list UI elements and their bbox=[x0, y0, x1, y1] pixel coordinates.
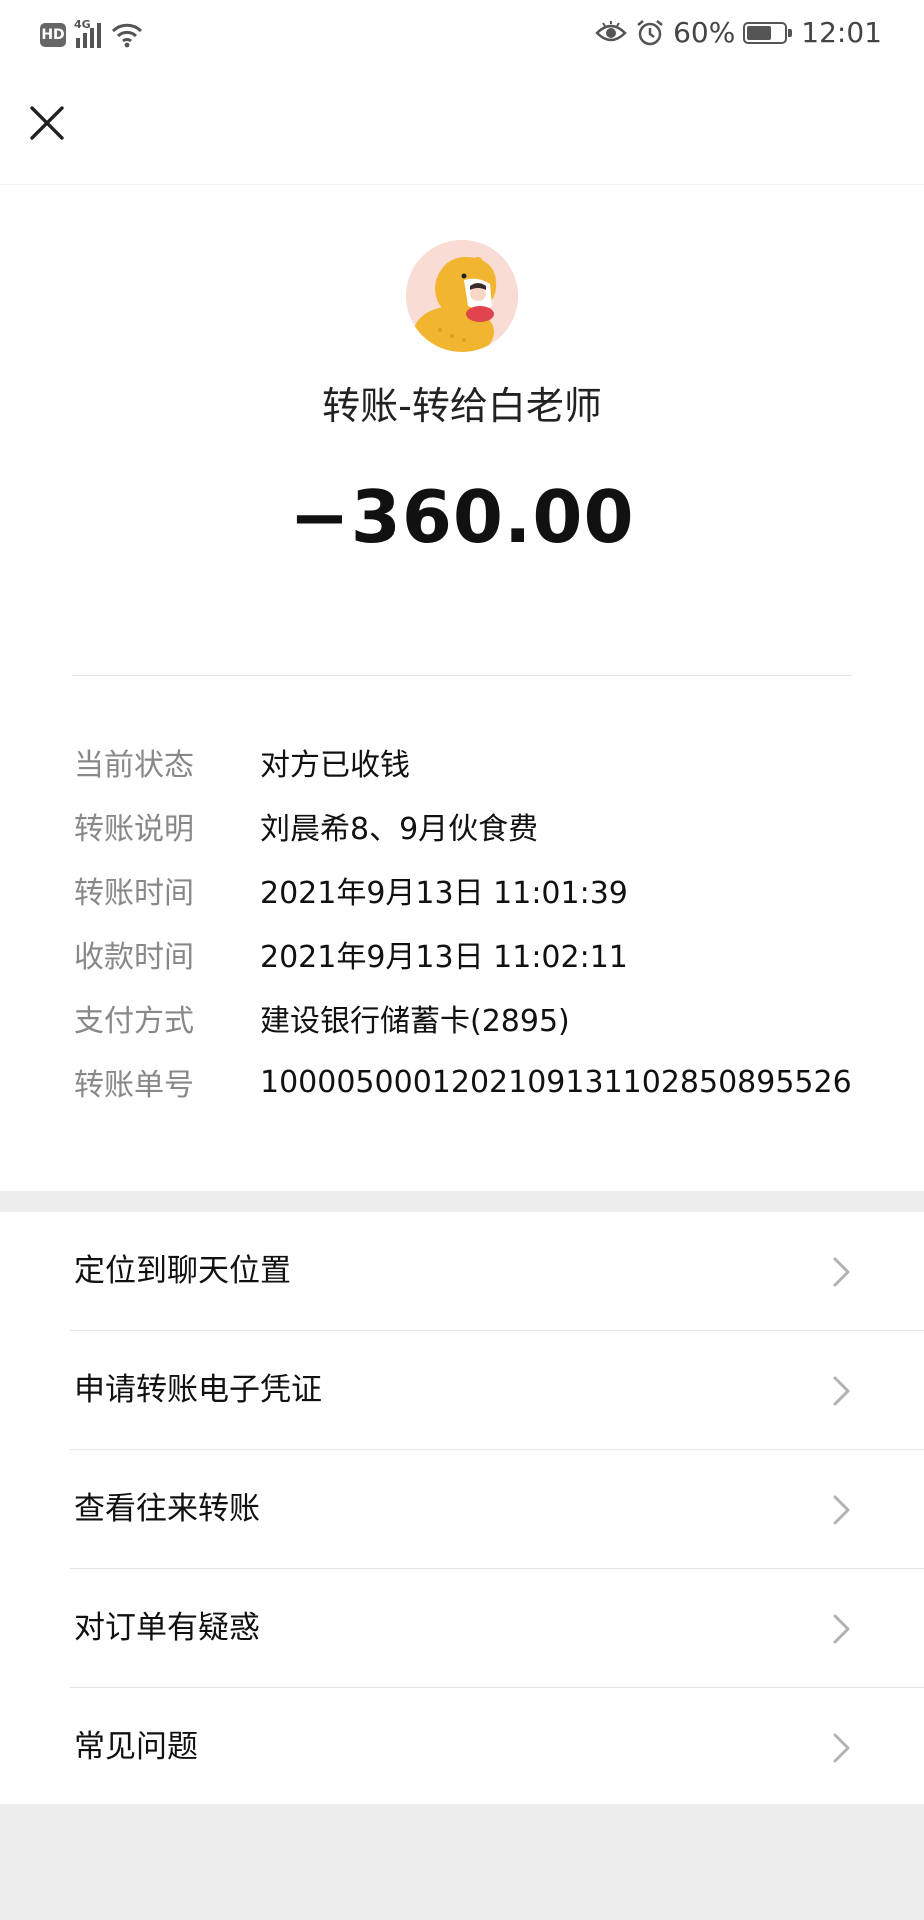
menu-item-order-question[interactable]: 对订单有疑惑 bbox=[0, 1569, 924, 1688]
info-value: 对方已收钱 bbox=[260, 748, 410, 783]
menu-item-label: 查看往来转账 bbox=[74, 1491, 260, 1527]
avatar bbox=[406, 240, 518, 352]
info-row-receive-time: 收款时间 2021年9月13日 11:02:11 bbox=[74, 922, 874, 986]
chevron-right-icon bbox=[833, 1257, 850, 1287]
info-label: 支付方式 bbox=[74, 1004, 194, 1039]
status-bar: HD 4G 60% 12:01 bbox=[0, 0, 924, 74]
eye-icon bbox=[595, 20, 627, 41]
menu-item-label: 定位到聊天位置 bbox=[74, 1253, 291, 1289]
network-type: 4G bbox=[74, 18, 91, 31]
hd-badge: HD bbox=[40, 23, 66, 47]
close-button[interactable] bbox=[28, 104, 66, 142]
status-left: HD 4G bbox=[40, 18, 143, 48]
info-row-transfer-number: 转账单号 100005000120210913110285089552​6 bbox=[74, 1050, 874, 1114]
chevron-right-icon bbox=[833, 1733, 850, 1763]
menu-item-locate-chat[interactable]: 定位到聊天位置 bbox=[0, 1212, 924, 1331]
avatar-illustration bbox=[406, 240, 518, 352]
clock: 12:01 bbox=[801, 16, 882, 49]
info-value: 2021年9月13日 11:02:11 bbox=[260, 940, 628, 975]
transfer-amount: −360.00 bbox=[289, 475, 635, 559]
signal-icon: 4G bbox=[74, 18, 101, 48]
info-value[interactable]: 100005000120210913110285089552​6 bbox=[260, 1065, 852, 1100]
battery-icon bbox=[743, 21, 793, 44]
action-menu: 定位到聊天位置 申请转账电子凭证 查看往来转账 对订单有疑惑 常见问题 bbox=[0, 1212, 924, 1804]
status-right: 60% 12:01 bbox=[595, 16, 882, 49]
menu-item-label: 申请转账电子凭证 bbox=[74, 1372, 322, 1408]
chevron-right-icon bbox=[833, 1614, 850, 1644]
battery-percent: 60% bbox=[673, 16, 736, 49]
menu-item-faq[interactable]: 常见问题 bbox=[0, 1688, 924, 1807]
transfer-title: 转账-转给白老师 bbox=[322, 384, 602, 428]
transfer-info: 当前状态 对方已收钱 转账说明 刘晨希8、9月伙食费 转账时间 2021年9月1… bbox=[74, 730, 874, 1114]
info-row-note: 转账说明 刘晨希8、9月伙食费 bbox=[74, 794, 874, 858]
info-label: 转账时间 bbox=[74, 876, 194, 911]
info-label: 转账说明 bbox=[74, 812, 194, 847]
info-value: 刘晨希8、9月伙食费 bbox=[260, 812, 539, 847]
info-row-status: 当前状态 对方已收钱 bbox=[74, 730, 874, 794]
alarm-icon bbox=[637, 19, 663, 45]
divider bbox=[72, 675, 852, 676]
wifi-icon bbox=[111, 23, 143, 48]
info-label: 收款时间 bbox=[74, 940, 194, 975]
info-value: 2021年9月13日 11:01:39 bbox=[260, 876, 628, 911]
menu-item-request-receipt[interactable]: 申请转账电子凭证 bbox=[0, 1331, 924, 1450]
close-icon bbox=[30, 106, 64, 140]
info-row-transfer-time: 转账时间 2021年9月13日 11:01:39 bbox=[74, 858, 874, 922]
chevron-right-icon bbox=[833, 1495, 850, 1525]
menu-item-label: 常见问题 bbox=[74, 1729, 198, 1765]
info-row-payment-method: 支付方式 建设银行储蓄卡(2895) bbox=[74, 986, 874, 1050]
menu-item-label: 对订单有疑惑 bbox=[74, 1610, 260, 1646]
info-label: 转账单号 bbox=[74, 1068, 194, 1103]
info-label: 当前状态 bbox=[74, 748, 194, 783]
info-value: 建设银行储蓄卡(2895) bbox=[260, 1004, 570, 1039]
chevron-right-icon bbox=[833, 1376, 850, 1406]
transfer-detail-card: 转账-转给白老师 −360.00 当前状态 对方已收钱 转账说明 刘晨希8、9月… bbox=[0, 184, 924, 1191]
nav-bar bbox=[0, 74, 924, 184]
menu-item-view-transfers[interactable]: 查看往来转账 bbox=[0, 1450, 924, 1569]
